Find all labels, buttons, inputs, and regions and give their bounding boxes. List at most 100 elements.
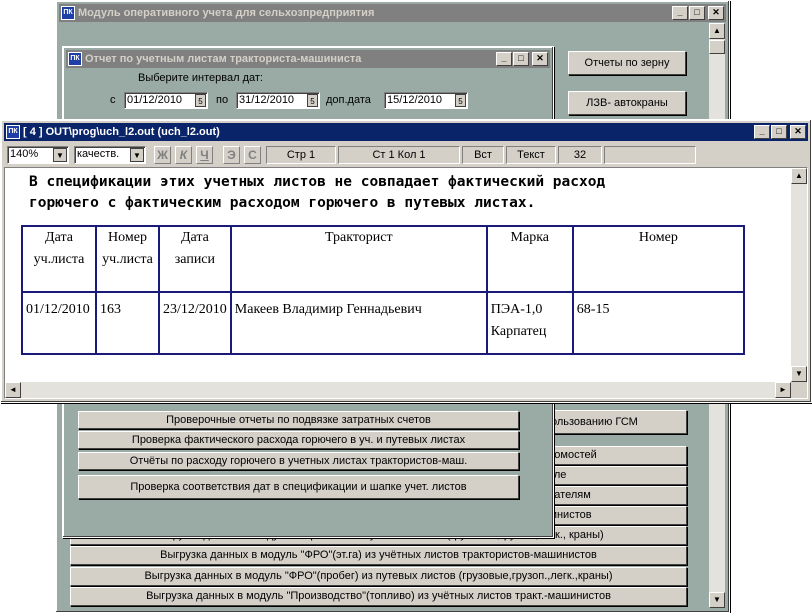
header-text: уч.листа — [102, 252, 153, 267]
maximize-button[interactable]: □ — [771, 125, 787, 139]
format-s-button[interactable]: С — [244, 146, 261, 164]
header-driver: Тракторист — [229, 225, 488, 293]
header-text: Тракторист — [324, 230, 393, 245]
report-dialog-titlebar: ПК Отчет по учетным листам тракториста-м… — [66, 50, 550, 68]
lzv-cranes-button[interactable]: ЛЗВ- автокраны — [568, 91, 686, 115]
export-fro-mileage-button[interactable]: Выгрузка данных в модуль "ФРО"(пробег) и… — [70, 567, 687, 586]
scroll-thumb[interactable] — [709, 40, 725, 54]
cell-driver: Макеев Владимир Геннадьевич — [229, 291, 488, 355]
date-from-value: 01/12/2010 — [127, 94, 183, 106]
arrow-down-icon[interactable]: ▼ — [709, 592, 725, 608]
header-number-sheet: Номер уч.листа — [95, 225, 160, 293]
scroll-corner — [791, 382, 807, 398]
date-extra-field[interactable]: 15/12/2010 5 — [384, 92, 468, 109]
field-button[interactable]: поле — [539, 466, 687, 485]
viewer-titlebar: ПК [ 4 ] OUT\prog\uch_l2.out (uch_l2.out… — [4, 123, 808, 141]
close-button[interactable]: ✕ — [790, 125, 806, 139]
app-icon: ПК — [68, 52, 82, 66]
maximize-button[interactable]: □ — [689, 6, 705, 20]
table-header-row: Дата уч.листа Номер уч.листа Дата записи Тр… — [21, 225, 746, 293]
fuel-usage-button[interactable]: пользованию ГСМ — [539, 410, 687, 434]
header-text: Номер — [108, 230, 147, 245]
date-extra-value: 15/12/2010 — [387, 94, 443, 106]
cost-accounts-check-button[interactable]: Проверочные отчеты по подвязке затратных… — [78, 411, 519, 429]
arrow-down-icon[interactable]: ▼ — [791, 366, 807, 382]
providers-button[interactable]: одателям — [539, 486, 687, 505]
grain-reports-button[interactable]: Отчеты по зерну — [568, 51, 686, 75]
close-button[interactable]: ✕ — [532, 52, 548, 66]
bold-button[interactable]: Ж — [154, 146, 171, 164]
zoom-value: 140% — [10, 148, 39, 160]
viewer-vertical-scrollbar[interactable]: ▲ ▼ — [791, 168, 807, 382]
interval-label: Выберите интервал дат: — [138, 72, 263, 84]
extra-date-label: доп.дата — [326, 94, 371, 106]
header-text: Марка — [510, 230, 550, 245]
message-line-1: В спецификации этих учетных листов не со… — [29, 174, 606, 190]
date-to-field[interactable]: 31/12/2010 5 — [236, 92, 320, 109]
header-text: Дата — [180, 230, 209, 245]
arrow-up-icon[interactable]: ▲ — [791, 168, 807, 184]
arrow-right-icon[interactable]: ► — [775, 382, 791, 398]
quality-select[interactable]: качеств. ▼ — [74, 146, 146, 164]
table-row: 01/12/2010 163 23/12/2010 Макеев Владими… — [21, 291, 746, 355]
status-empty-cell — [604, 146, 696, 164]
cell-date-entry: 23/12/2010 — [158, 291, 232, 355]
line-col-indicator: Ст 1 Кол 1 — [338, 146, 460, 164]
fuel-check-button[interactable]: Проверка фактического расхода горючего в… — [78, 431, 519, 449]
viewer-window: ПК [ 4 ] OUT\prog\uch_l2.out (uch_l2.out… — [0, 119, 812, 403]
maximize-button[interactable]: □ — [513, 52, 529, 66]
export-fro-ha-button[interactable]: Выгрузка данных в модуль "ФРО"(эт.га) из… — [70, 546, 687, 565]
arrow-left-icon[interactable]: ◄ — [5, 382, 21, 398]
calendar-icon[interactable]: 5 — [195, 94, 206, 107]
header-text: Номер — [638, 230, 678, 245]
header-text: записи — [174, 252, 216, 267]
report-table: Дата уч.листа Номер уч.листа Дата записи Тр… — [21, 225, 746, 355]
date-to-value: 31/12/2010 — [239, 94, 295, 106]
header-brand: Марка — [485, 225, 574, 293]
app-icon: ПК — [6, 125, 20, 139]
header-date-sheet: Дата уч.листа — [21, 225, 97, 293]
fuel-reports-button[interactable]: Отчёты по расходу горючего в учетных лис… — [78, 452, 519, 470]
viewer-toolbar: 140% ▼ качеств. ▼ Ж К Ч Э С Стр 1 Ст 1 К… — [4, 144, 806, 166]
cell-number: 68-15 — [571, 291, 746, 355]
viewer-horizontal-scrollbar[interactable]: ◄ ► — [5, 382, 791, 398]
from-label: с — [110, 94, 116, 106]
dates-check-button[interactable]: Проверка соответствия дат в спецификации… — [78, 475, 519, 499]
underline-button[interactable]: Ч — [196, 146, 213, 164]
number-indicator: 32 — [558, 146, 602, 164]
message-line-2: горючего с фактическим расходом горючего… — [29, 195, 536, 211]
page-indicator: Стр 1 — [266, 146, 336, 164]
date-from-field[interactable]: 01/12/2010 5 — [124, 92, 208, 109]
italic-button[interactable]: К — [175, 146, 192, 164]
viewer-title: [ 4 ] OUT\prog\uch_l2.out (uch_l2.out) — [23, 126, 220, 138]
chevron-down-icon[interactable]: ▼ — [130, 148, 144, 162]
main-titlebar: ПК Модуль оперативного учета для сельхоз… — [59, 4, 726, 22]
export-production-button[interactable]: Выгрузка данных в модуль "Производство"(… — [70, 587, 687, 606]
calendar-icon[interactable]: 5 — [455, 94, 466, 107]
report-dialog-title: Отчет по учетным листам тракториста-маши… — [85, 53, 362, 65]
insert-mode-indicator: Вст — [462, 146, 504, 164]
cell-number-sheet: 163 — [95, 291, 160, 355]
statements-button[interactable]: едомостей — [539, 446, 687, 465]
close-button[interactable]: ✕ — [708, 6, 724, 20]
type-indicator: Текст — [506, 146, 556, 164]
header-date-entry: Дата записи — [158, 225, 232, 293]
header-text: Дата — [45, 230, 73, 245]
format-e-button[interactable]: Э — [223, 146, 240, 164]
header-text: уч.листа — [33, 252, 85, 267]
minimize-button[interactable]: _ — [672, 6, 688, 20]
chevron-down-icon[interactable]: ▼ — [53, 148, 67, 162]
cell-date-sheet: 01/12/2010 — [21, 291, 97, 355]
cell-brand: ПЭА-1,0 Карпатец — [485, 291, 574, 355]
zoom-select[interactable]: 140% ▼ — [7, 146, 69, 164]
minimize-button[interactable]: _ — [496, 52, 512, 66]
calendar-icon[interactable]: 5 — [307, 94, 318, 107]
report-content[interactable]: В спецификации этих учетных листов не со… — [4, 167, 808, 399]
operators-button[interactable]: шинистов — [539, 506, 687, 525]
to-label: по — [216, 94, 229, 106]
arrow-up-icon[interactable]: ▲ — [709, 23, 725, 39]
minimize-button[interactable]: _ — [754, 125, 770, 139]
main-title: Модуль оперативного учета для сельхозпре… — [78, 7, 375, 19]
quality-value: качеств. — [77, 148, 120, 160]
header-number: Номер — [571, 225, 746, 293]
